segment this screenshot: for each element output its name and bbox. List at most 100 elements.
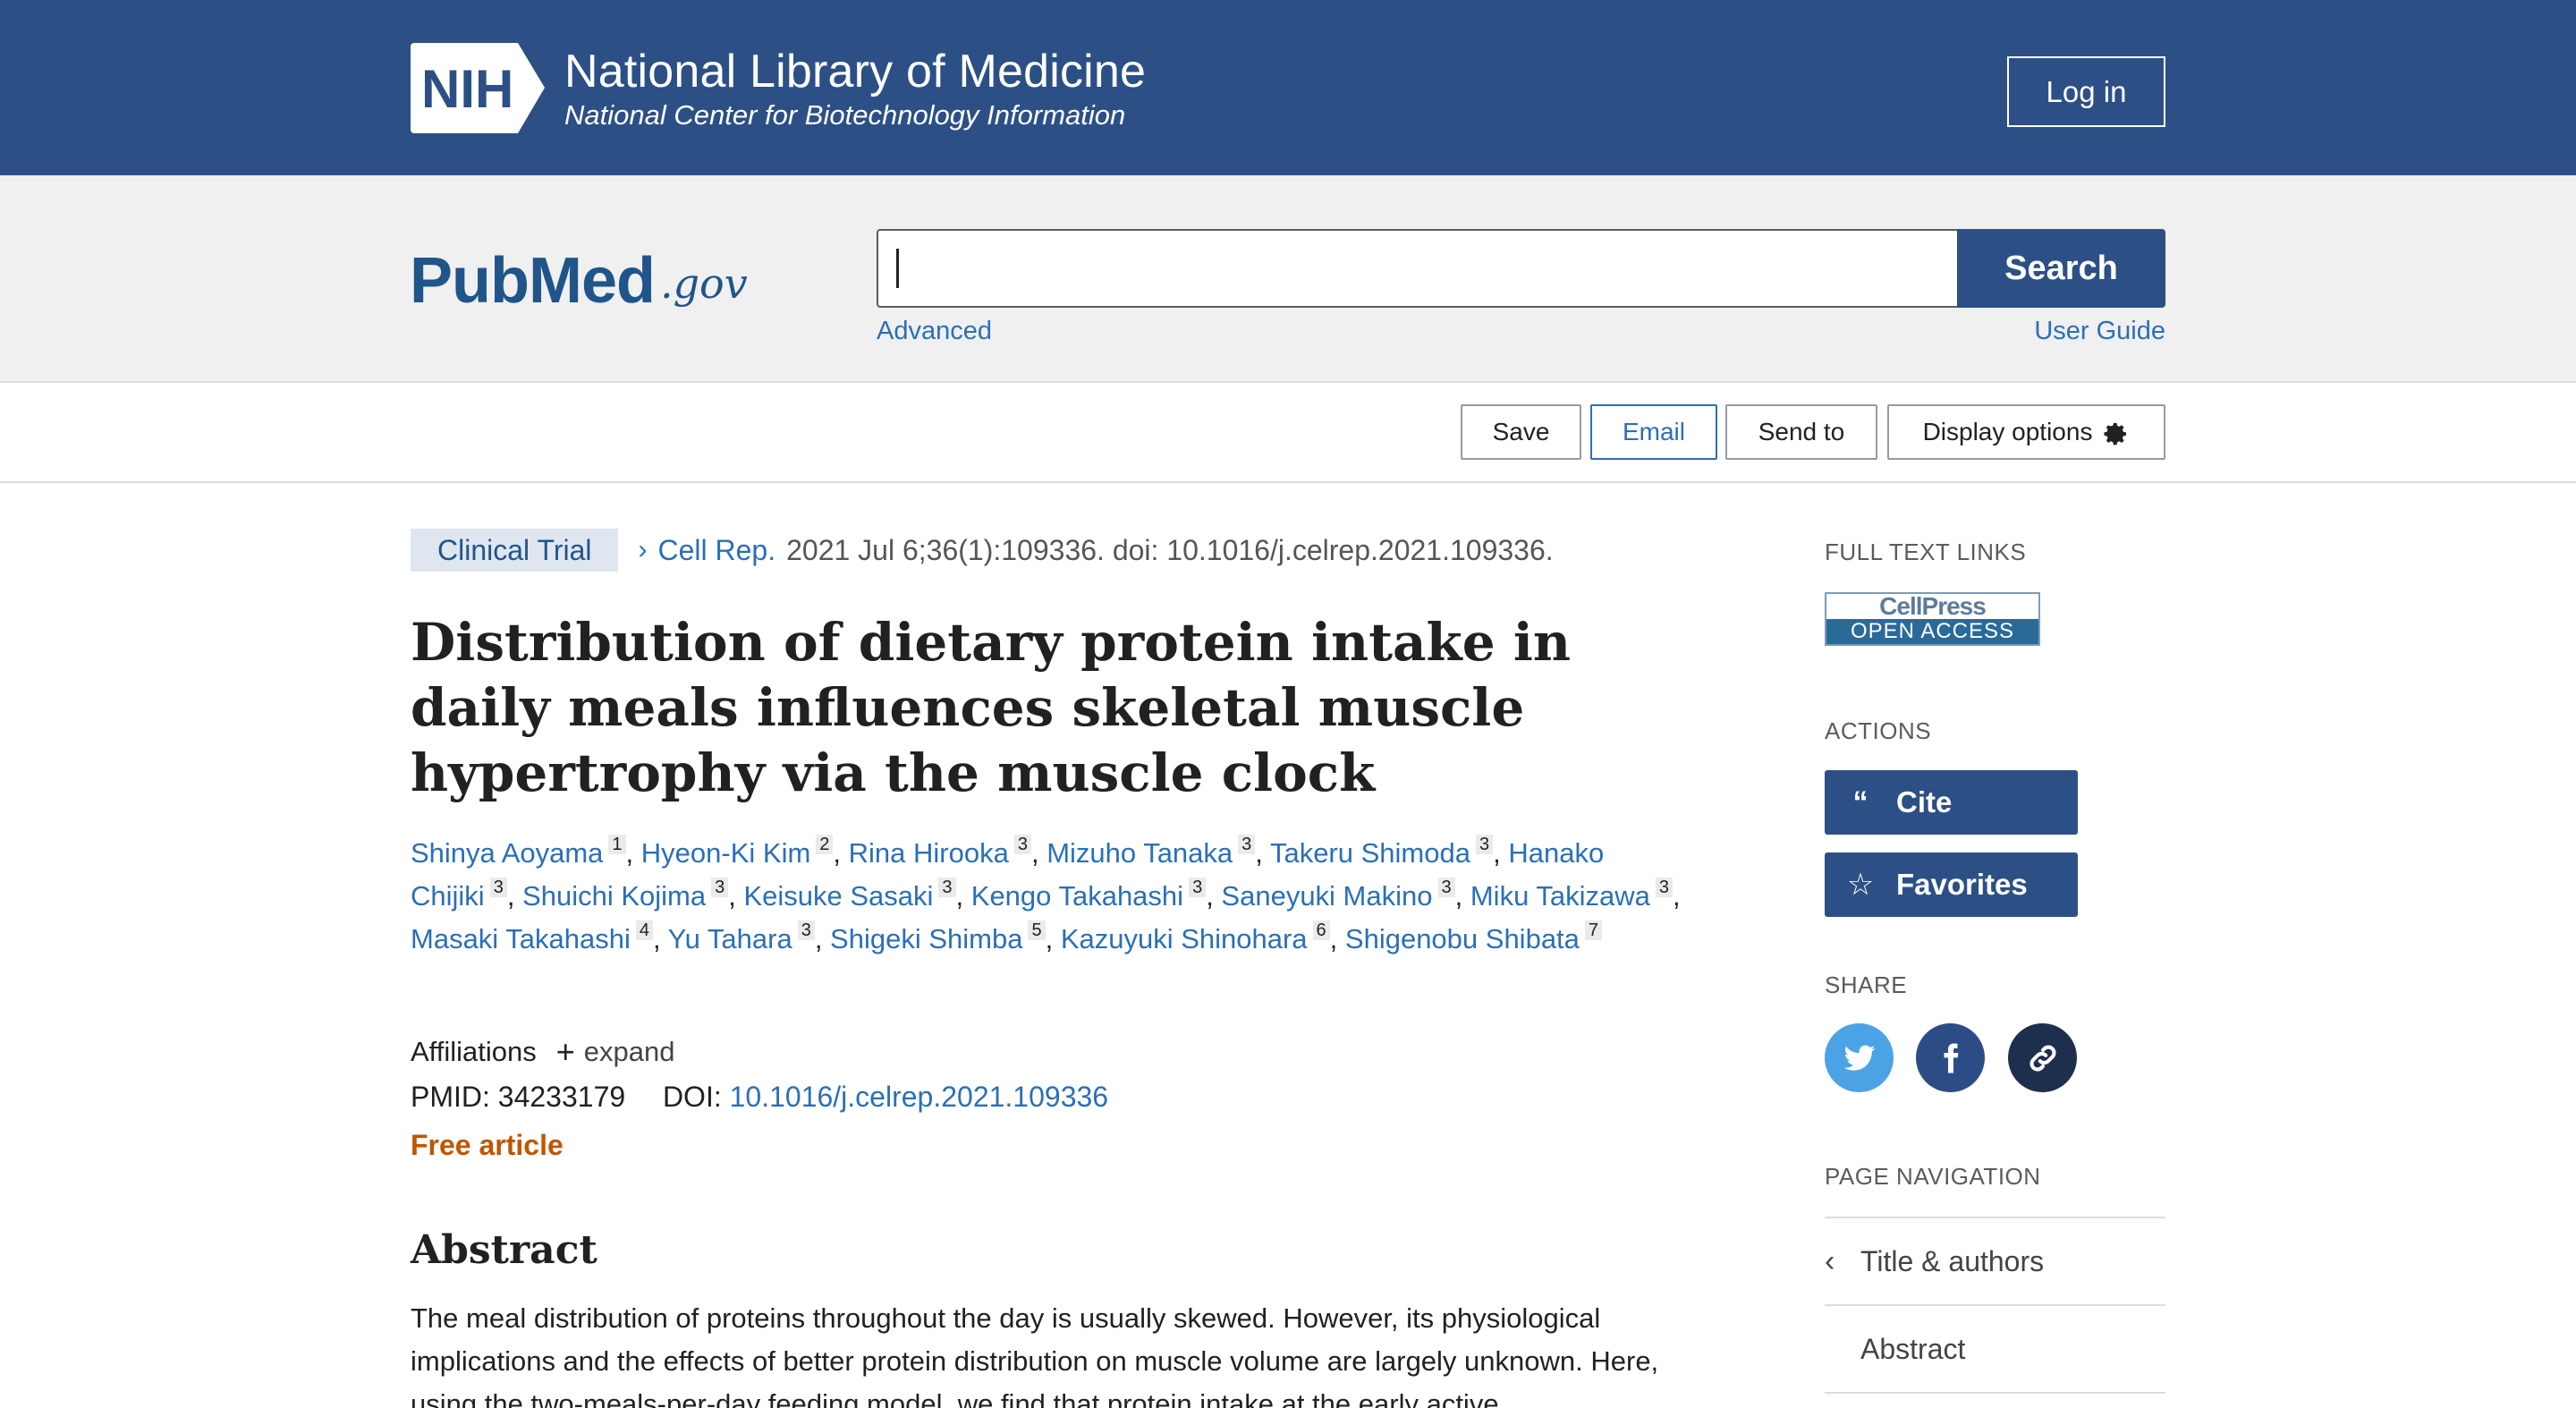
- author-link[interactable]: Yu Tahara: [668, 923, 792, 954]
- affiliation-number[interactable]: 5: [1028, 920, 1046, 940]
- pubmed-logo-link[interactable]: PubMed .gov: [410, 215, 748, 313]
- affiliation-number[interactable]: 3: [489, 878, 507, 897]
- nih-title: National Library of Medicine: [564, 45, 1147, 98]
- nav-divider: [1825, 1304, 2165, 1306]
- author-link[interactable]: Masaki Takahashi: [411, 923, 631, 954]
- expand-label: expand: [583, 1036, 675, 1067]
- author-link[interactable]: Hyeon-Ki Kim: [641, 837, 811, 869]
- author-link[interactable]: Shigenobu Shibata: [1345, 923, 1580, 954]
- pubmed-logo-word: PubMed: [410, 245, 656, 317]
- permalink-share-button[interactable]: [2008, 1023, 2077, 1092]
- affiliation-number[interactable]: 3: [797, 920, 815, 940]
- full-text-links-heading: FULL TEXT LINKS: [1825, 539, 2027, 565]
- doi-label: DOI:: [662, 1081, 722, 1113]
- search-band: PubMed .gov Search Advanced User Guide: [0, 175, 2576, 383]
- favorites-label: Favorites: [1896, 868, 2028, 901]
- share-heading: SHARE: [1825, 971, 1908, 998]
- star-icon: ☆: [1846, 868, 1875, 902]
- article-title: Distribution of dietary protein intake i…: [411, 612, 1572, 803]
- affiliation-number[interactable]: 1: [608, 835, 626, 854]
- article-citation-row: Clinical Trial › Cell Rep. 2021 Jul 6;36…: [411, 528, 1554, 573]
- affiliation-number[interactable]: 6: [1312, 920, 1330, 940]
- twitter-share-button[interactable]: [1825, 1023, 1894, 1092]
- article-toolbar: Save Email Send to Display options: [0, 385, 2576, 483]
- author-link[interactable]: Mizuho Tanaka: [1046, 837, 1233, 869]
- affiliation-number[interactable]: 3: [1475, 835, 1494, 854]
- affiliation-number[interactable]: 3: [1655, 878, 1673, 897]
- affiliation-number[interactable]: 3: [1437, 878, 1455, 897]
- nih-logo-icon: NIH: [411, 43, 545, 133]
- journal-link[interactable]: Cell Rep.: [657, 534, 775, 567]
- affiliation-number[interactable]: 7: [1584, 920, 1603, 940]
- author-link[interactable]: Kengo Takahashi: [971, 880, 1183, 912]
- actions-heading: ACTIONS: [1825, 717, 1932, 744]
- pmid-value: 34233179: [497, 1081, 626, 1113]
- nih-logo-link[interactable]: NIH National Library of Medicine Nationa…: [411, 43, 1146, 133]
- author-list: Shinya Aoyama 1, Hyeon-Ki Kim 2, Rina Hiro…: [411, 835, 1681, 954]
- nav-divider: [1825, 1217, 2165, 1218]
- affiliation-number[interactable]: 3: [1013, 835, 1031, 854]
- cite-button[interactable]: “ Cite: [1825, 770, 2078, 835]
- affiliation-number[interactable]: 3: [711, 878, 729, 897]
- save-button[interactable]: Save: [1461, 404, 1581, 460]
- login-button[interactable]: Log in: [2007, 56, 2165, 127]
- cellpress-full-text-link[interactable]: CellPress OPEN ACCESS: [1825, 592, 2040, 646]
- pubmed-logo-gov: .gov: [659, 259, 748, 308]
- abstract-text: The meal distribution of proteins throug…: [411, 1302, 1659, 1408]
- nav-item-title-authors[interactable]: ‹ Title & authors: [1825, 1243, 2165, 1279]
- nih-header: NIH National Library of Medicine Nationa…: [0, 0, 2576, 175]
- author-link[interactable]: Shuichi Kojima: [522, 880, 706, 912]
- nav-item-label: Abstract: [1860, 1332, 1966, 1365]
- affiliation-number[interactable]: 3: [938, 878, 956, 897]
- search-input[interactable]: [877, 229, 1959, 308]
- chevron-left-icon: ‹: [1825, 1243, 1835, 1278]
- facebook-icon: [1944, 1043, 1958, 1073]
- plus-icon: +: [555, 1033, 575, 1070]
- nih-subtitle: National Center for Biotechnology Inform…: [564, 98, 1126, 131]
- page-navigation-heading: PAGE NAVIGATION: [1825, 1163, 2041, 1190]
- link-icon: [2029, 1045, 2055, 1071]
- abstract-heading: Abstract: [411, 1227, 597, 1273]
- affiliation-number[interactable]: 3: [1189, 878, 1207, 897]
- author-link[interactable]: Takeru Shimoda: [1270, 837, 1470, 869]
- favorites-button[interactable]: ☆ Favorites: [1825, 852, 2078, 917]
- affiliation-number[interactable]: 4: [635, 920, 653, 940]
- cellpress-logo-text: CellPress: [1879, 592, 1987, 620]
- open-access-text: OPEN ACCESS: [1826, 619, 2038, 644]
- author-link[interactable]: Shigeki Shimba: [830, 923, 1022, 954]
- publication-type-badge: Clinical Trial: [411, 529, 619, 572]
- affiliation-number[interactable]: 2: [816, 835, 834, 854]
- nav-item-label: Title & authors: [1860, 1244, 2045, 1277]
- article-identifiers: PMID: 34233179 DOI: 10.1016/j.celrep.202…: [411, 1081, 1108, 1114]
- display-options-label: Display options: [1922, 418, 2093, 445]
- display-options-button[interactable]: Display options: [1887, 404, 2165, 460]
- author-link[interactable]: Kazuyuki Shinohara: [1061, 923, 1308, 954]
- cite-label: Cite: [1896, 785, 1953, 819]
- citation-text: 2021 Jul 6;36(1):109336. doi: 10.1016/j.…: [786, 533, 1554, 566]
- doi-link[interactable]: 10.1016/j.celrep.2021.109336: [730, 1081, 1108, 1113]
- author-link[interactable]: Rina Hirooka: [849, 837, 1009, 869]
- author-link[interactable]: Saneyuki Makino: [1221, 880, 1432, 912]
- twitter-icon: [1843, 1044, 1875, 1071]
- text-caret: [896, 249, 899, 288]
- author-link[interactable]: Keisuke Sasaki: [743, 880, 933, 912]
- user-guide-link[interactable]: User Guide: [2034, 317, 2165, 346]
- pmid-label: PMID:: [411, 1081, 490, 1113]
- nav-divider: [1825, 1392, 2165, 1394]
- advanced-search-link[interactable]: Advanced: [877, 317, 992, 346]
- nav-item-abstract[interactable]: Abstract: [1825, 1331, 2165, 1367]
- author-link[interactable]: Shinya Aoyama: [411, 837, 603, 869]
- free-article-badge: Free article: [411, 1129, 564, 1161]
- affiliations-toggle[interactable]: Affiliations + expand: [411, 1033, 674, 1071]
- search-button[interactable]: Search: [1957, 229, 2165, 308]
- facebook-share-button[interactable]: [1916, 1023, 1985, 1092]
- send-to-button[interactable]: Send to: [1725, 404, 1877, 460]
- svg-text:NIH: NIH: [421, 59, 513, 119]
- author-link[interactable]: Miku Takizawa: [1470, 880, 1650, 912]
- affiliations-label: Affiliations: [411, 1036, 537, 1067]
- gear-icon: [2104, 422, 2127, 445]
- chevron-right-icon[interactable]: ›: [638, 535, 647, 565]
- affiliation-number[interactable]: 3: [1238, 835, 1256, 854]
- email-button[interactable]: Email: [1590, 404, 1717, 460]
- nih-wordmark: National Library of Medicine National Ce…: [564, 45, 1146, 132]
